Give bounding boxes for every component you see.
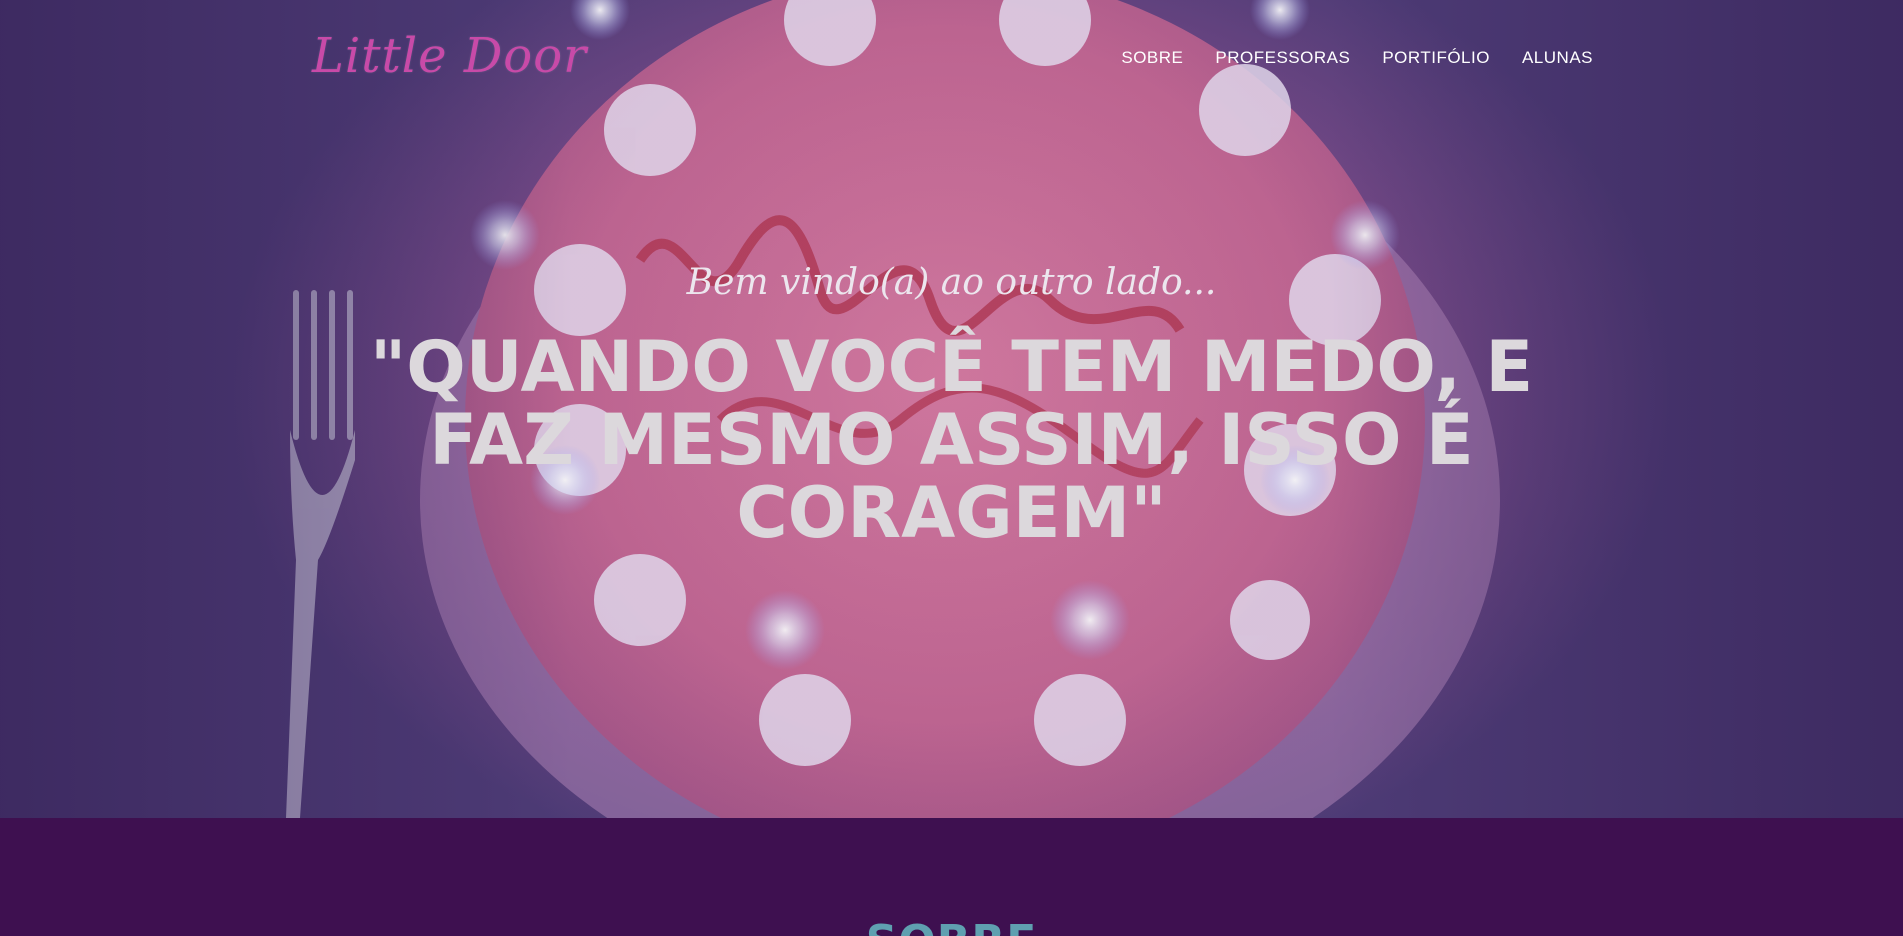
hero-text: Bem vindo(a) ao outro lado... "QUANDO VO… [0,262,1903,550]
nav-menu: SOBRE PROFESSORAS PORTIFÓLIO ALUNAS [1121,48,1593,68]
nav-link-professoras[interactable]: PROFESSORAS [1215,48,1350,68]
nav-link-alunas[interactable]: ALUNAS [1522,48,1593,68]
site-logo[interactable]: Little Door [312,28,587,84]
hero-headline: "QUANDO VOCÊ TEM MEDO, E FAZ MESMO ASSIM… [369,326,1534,554]
nav-link-portifolio[interactable]: PORTIFÓLIO [1382,48,1490,68]
navbar: Little Door SOBRE PROFESSORAS PORTIFÓLIO… [0,0,1903,120]
sobre-title: SOBRE [0,916,1903,936]
hero-section: Little Door SOBRE PROFESSORAS PORTIFÓLIO… [0,0,1903,818]
hero-subtitle: Bem vindo(a) ao outro lado... [686,262,1217,303]
sobre-section: SOBRE [0,818,1903,936]
nav-link-sobre[interactable]: SOBRE [1121,48,1183,68]
